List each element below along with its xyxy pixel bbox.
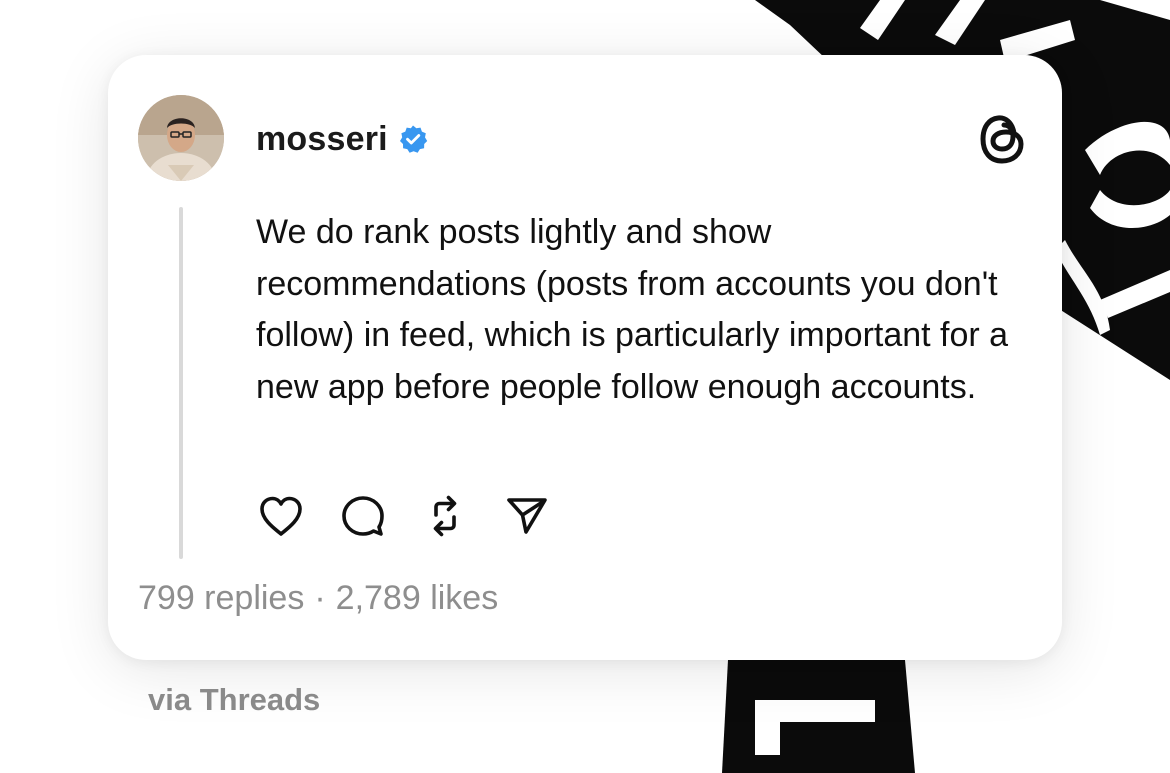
post-stats: 799 replies · 2,789 likes bbox=[138, 579, 498, 618]
repost-button[interactable] bbox=[418, 489, 472, 543]
replies-count[interactable]: 799 replies bbox=[138, 579, 304, 618]
avatar[interactable] bbox=[138, 95, 224, 181]
comment-bubble-icon bbox=[342, 496, 384, 536]
like-button[interactable] bbox=[254, 489, 308, 543]
share-button[interactable] bbox=[500, 489, 554, 543]
reply-button[interactable] bbox=[336, 489, 390, 543]
likes-count[interactable]: 2,789 likes bbox=[336, 579, 499, 618]
thread-line bbox=[179, 207, 183, 559]
verified-badge-icon bbox=[398, 124, 428, 154]
via-threads-caption: via Threads bbox=[148, 682, 321, 717]
stats-separator: · bbox=[314, 579, 326, 617]
username-row[interactable]: mosseri bbox=[256, 117, 428, 161]
post-text: We do rank posts lightly and show recomm… bbox=[256, 213, 1009, 406]
username[interactable]: mosseri bbox=[256, 120, 388, 159]
threads-post-card: mosseri We do rank posts lightly and sho… bbox=[108, 55, 1062, 660]
threads-logo-icon[interactable] bbox=[978, 111, 1028, 167]
post-actions bbox=[254, 489, 582, 543]
send-icon bbox=[507, 498, 547, 534]
heart-icon bbox=[260, 496, 302, 536]
repost-icon bbox=[433, 495, 457, 537]
